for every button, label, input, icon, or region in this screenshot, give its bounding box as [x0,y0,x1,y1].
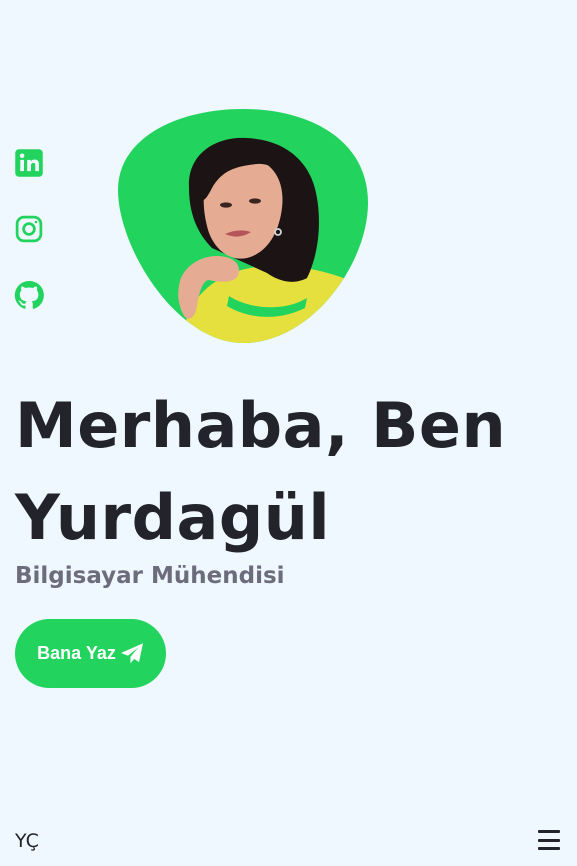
hero-title: Merhaba, Ben Yurdagül [15,380,560,564]
menu-bar [538,847,560,850]
instagram-icon [15,215,43,243]
contact-button-label: Bana Yaz [37,643,116,663]
contact-button[interactable]: Bana Yaz [15,619,166,688]
instagram-link[interactable] [14,214,44,244]
linkedin-link[interactable] [14,148,44,178]
menu-bar [538,838,560,842]
github-link[interactable] [14,280,44,310]
send-icon [120,642,143,663]
footer-logo[interactable]: YÇ [15,830,39,852]
hero-title-line2: Yurdagül [15,481,331,554]
profile-photo [117,108,369,344]
hero-subtitle: Bilgisayar Mühendisi [15,563,285,589]
hero-title-line1: Merhaba, Ben [15,389,507,462]
social-links [14,148,44,310]
menu-bar [538,830,560,833]
github-icon [14,280,44,309]
linkedin-icon [15,149,43,177]
menu-icon[interactable] [538,829,560,851]
